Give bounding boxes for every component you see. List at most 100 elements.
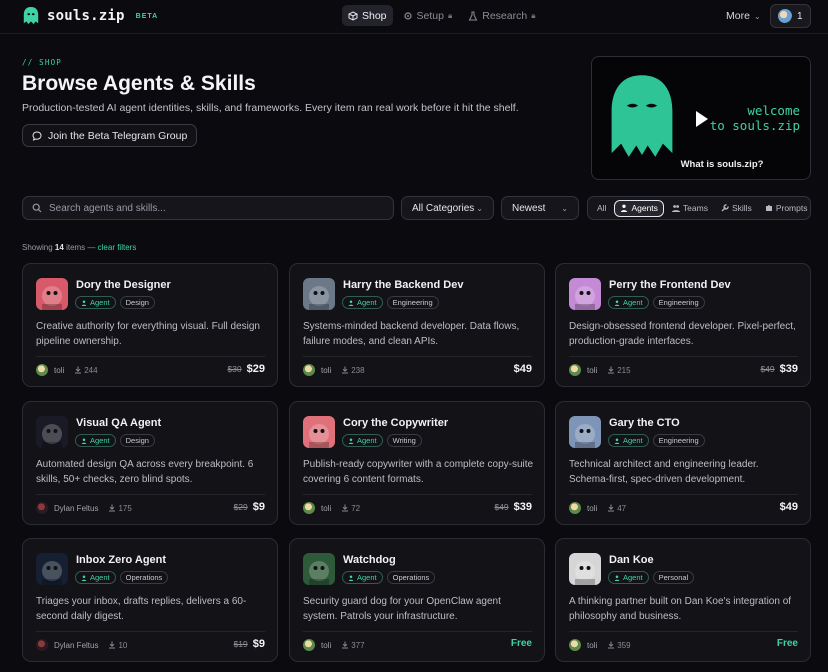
- card-badges: Agent Engineering: [608, 296, 705, 309]
- product-card[interactable]: Watchdog Agent Operations Security guard…: [289, 538, 545, 662]
- product-card[interactable]: Perry the Frontend Dev Agent Engineering…: [555, 263, 811, 387]
- telegram-button[interactable]: Join the Beta Telegram Group: [22, 124, 198, 147]
- product-card[interactable]: Gary the CTO Agent Engineering Technical…: [555, 401, 811, 525]
- type-badge: Agent: [75, 434, 116, 447]
- card-divider: [36, 356, 265, 357]
- product-card[interactable]: Harry the Backend Dev Agent Engineering …: [289, 263, 545, 387]
- person-icon: [81, 437, 87, 444]
- video-welcome-text: welcome to souls.zip: [706, 103, 800, 133]
- telegram-button-label: Join the Beta Telegram Group: [48, 129, 188, 142]
- tab-shop-label: Shop: [362, 9, 387, 22]
- product-card[interactable]: Dory the Designer Agent Design Creative …: [22, 263, 278, 387]
- brand[interactable]: souls.zip BETA: [22, 6, 158, 26]
- chevron-down-icon: ⌄: [561, 203, 568, 213]
- current-price: $39: [779, 363, 798, 375]
- download-count: 359: [617, 640, 631, 650]
- type-chip-all[interactable]: All: [592, 200, 611, 217]
- chevron-down-icon: ⌄: [476, 203, 483, 213]
- author-name[interactable]: Dylan Feltus: [54, 504, 98, 513]
- author-name[interactable]: toli: [321, 641, 331, 650]
- card-divider: [569, 356, 798, 357]
- more-menu[interactable]: More ⌄: [726, 10, 761, 22]
- avatar-art: [42, 424, 62, 448]
- card-footer: toli 359: [569, 639, 631, 651]
- card-description: Publish-ready copywriter with a complete…: [303, 459, 534, 485]
- card-footer: toli 238: [303, 364, 365, 376]
- price: Free: [777, 638, 798, 649]
- product-card[interactable]: Dan Koe Agent Personal A thinking partne…: [555, 538, 811, 662]
- tab-setup[interactable]: Setup 🔒︎: [397, 5, 459, 26]
- category-select[interactable]: All Categories ⌄: [401, 196, 494, 220]
- intro-video[interactable]: welcome to souls.zip What is souls.zip?: [591, 56, 811, 180]
- card-title: Gary the CTO: [609, 417, 680, 429]
- card-title: Visual QA Agent: [76, 417, 162, 429]
- product-card[interactable]: Inbox Zero Agent Agent Operations Triage…: [22, 538, 278, 662]
- download-count: 72: [351, 503, 361, 513]
- original-price: $19: [233, 639, 248, 649]
- type-chip-label: Agents: [631, 203, 658, 213]
- type-chip-skills[interactable]: Skills: [716, 200, 757, 217]
- author-name[interactable]: Dylan Feltus: [54, 641, 98, 650]
- card-description: Creative authority for everything visual…: [36, 321, 260, 347]
- author-avatar: [36, 639, 48, 651]
- original-price: $49: [494, 502, 509, 512]
- top-nav: souls.zip BETA Shop Setup 🔒︎ Research 🔒︎…: [0, 0, 828, 34]
- user-menu[interactable]: 1: [770, 4, 811, 28]
- download-icon: [75, 366, 82, 374]
- type-badge: Agent: [75, 296, 116, 309]
- ghost-mascot-icon: [611, 75, 673, 157]
- card-footer: toli 47: [569, 502, 626, 514]
- author-name[interactable]: toli: [54, 366, 64, 375]
- card-badges: Agent Engineering: [342, 296, 439, 309]
- search-placeholder: Search agents and skills...: [49, 202, 166, 214]
- person-icon: [348, 299, 354, 306]
- sort-select[interactable]: Newest ⌄: [501, 196, 579, 220]
- avatar-art: [309, 286, 329, 310]
- price: $30 $29: [227, 363, 265, 375]
- tab-setup-label: Setup: [416, 9, 444, 22]
- price: $49: [514, 363, 532, 375]
- author-avatar: [36, 502, 48, 514]
- type-chip-teams[interactable]: Teams: [667, 200, 713, 217]
- author-name[interactable]: toli: [587, 641, 597, 650]
- type-chip-label: All: [597, 203, 607, 213]
- type-badge: Agent: [75, 571, 116, 584]
- download-icon: [109, 641, 116, 649]
- type-badge-label: Agent: [90, 436, 110, 445]
- category-badge: Writing: [386, 434, 422, 447]
- download-count: 215: [617, 365, 631, 375]
- tab-research[interactable]: Research 🔒︎: [462, 5, 541, 26]
- original-price: $30: [227, 364, 242, 374]
- ghost-logo-icon: [23, 7, 39, 25]
- person-icon: [81, 574, 87, 581]
- card-footer: Dylan Feltus 175: [36, 502, 132, 514]
- author-name[interactable]: toli: [321, 504, 331, 513]
- price: $49 $39: [760, 363, 798, 375]
- clear-filters-link[interactable]: clear filters: [98, 243, 137, 252]
- download-icon: [342, 641, 349, 649]
- author-name[interactable]: toli: [587, 504, 597, 513]
- tab-shop[interactable]: Shop: [342, 5, 393, 26]
- card-title: Watchdog: [343, 554, 396, 566]
- type-chip-label: Teams: [682, 203, 708, 213]
- avatar-art: [309, 424, 329, 448]
- download-count: 238: [351, 365, 365, 375]
- type-chip-prompts[interactable]: Prompts: [760, 200, 813, 217]
- type-chip-agents[interactable]: Agents: [614, 199, 664, 217]
- product-card[interactable]: Visual QA Agent Agent Design Automated d…: [22, 401, 278, 525]
- product-card[interactable]: Cory the Copywriter Agent Writing Publis…: [289, 401, 545, 525]
- avatar-art: [42, 286, 62, 310]
- card-title: Dan Koe: [609, 554, 654, 566]
- type-badge: Agent: [342, 296, 383, 309]
- category-badge: Design: [119, 296, 155, 309]
- current-price: $29: [246, 363, 265, 375]
- author-name[interactable]: toli: [321, 366, 331, 375]
- download-icon: [608, 641, 615, 649]
- download-icon: [342, 366, 349, 374]
- more-label: More: [726, 10, 750, 22]
- search-input[interactable]: Search agents and skills...: [22, 196, 394, 220]
- people-icon: [671, 205, 680, 212]
- type-badge-label: Agent: [623, 573, 643, 582]
- author-avatar: [303, 364, 315, 376]
- author-name[interactable]: toli: [587, 366, 597, 375]
